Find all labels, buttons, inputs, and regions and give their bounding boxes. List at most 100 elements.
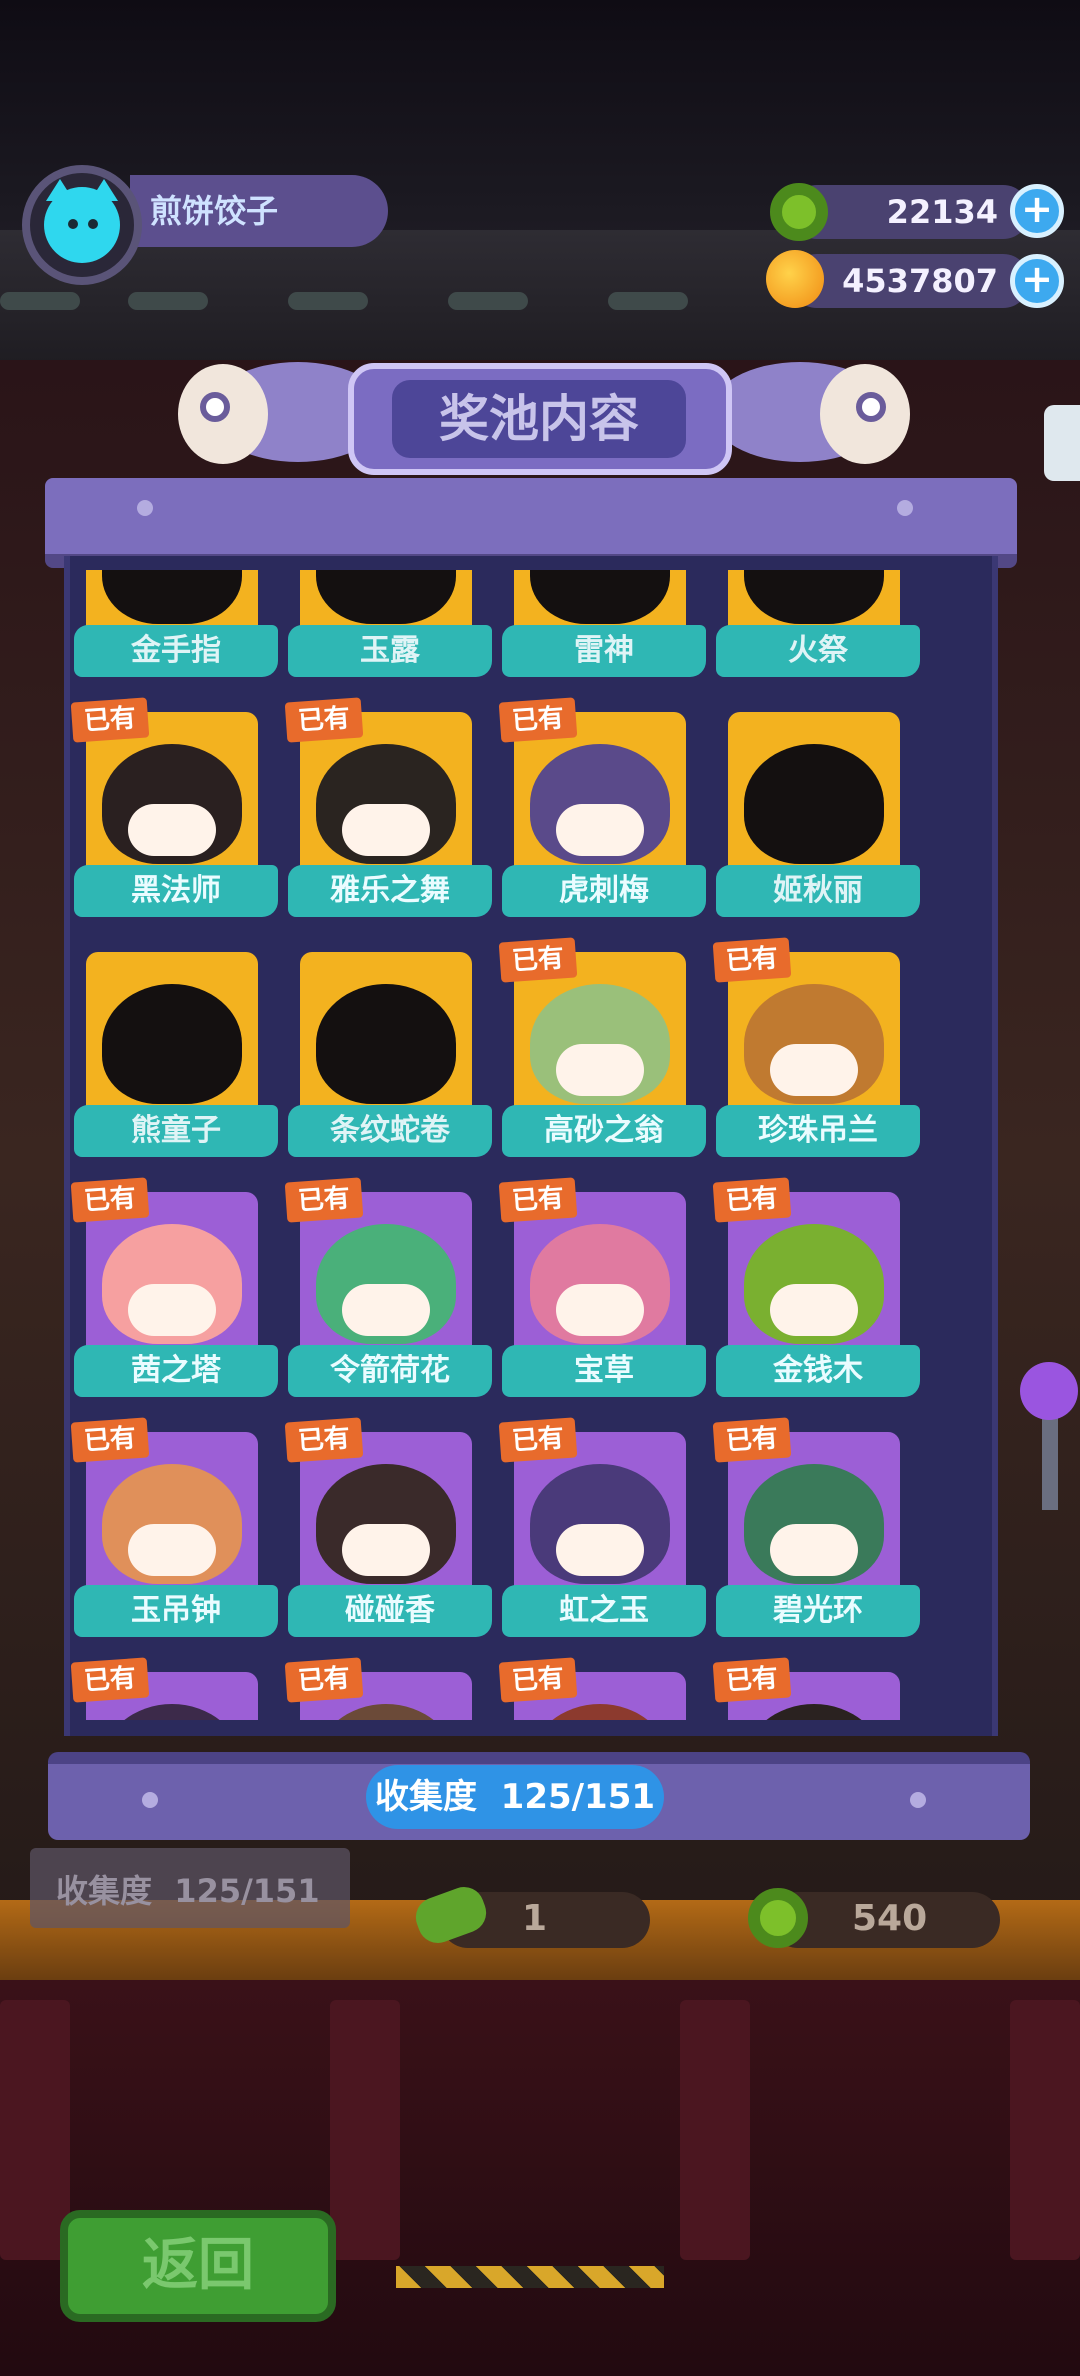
donut-currency-icon	[770, 183, 828, 241]
prize-card[interactable]: 玉露	[284, 570, 494, 690]
prize-name: 金钱木	[716, 1345, 920, 1397]
character-face	[770, 1524, 858, 1576]
prize-card[interactable]: 已有	[70, 1657, 280, 1720]
side-clip-icon[interactable]	[1044, 405, 1080, 481]
pillar	[330, 2000, 400, 2260]
character-face	[342, 1524, 430, 1576]
owned-badge: 已有	[498, 1657, 578, 1703]
prize-name: 玉吊钟	[74, 1585, 278, 1637]
belt-dash	[128, 292, 208, 310]
character-face	[342, 1284, 430, 1336]
owned-badge: 已有	[712, 1177, 792, 1223]
character-icon	[744, 744, 884, 864]
prize-card[interactable]: 碰碰香 已有	[284, 1417, 494, 1650]
prize-card[interactable]: 雷神	[498, 570, 708, 690]
character-face	[770, 1044, 858, 1096]
prize-card[interactable]: 茜之塔 已有	[70, 1177, 280, 1410]
bulk-draw-price: 540	[852, 1898, 928, 1939]
prize-card[interactable]: 虎刺梅 已有	[498, 697, 708, 930]
prize-name: 碧光环	[716, 1585, 920, 1637]
panel-title: 奖池内容	[439, 390, 639, 448]
collection-value: 125/151	[500, 1777, 656, 1817]
prize-card[interactable]: 虹之玉 已有	[498, 1417, 708, 1650]
prize-name: 茜之塔	[74, 1345, 278, 1397]
prize-card[interactable]: 金钱木 已有	[712, 1177, 922, 1410]
character-face	[556, 1044, 644, 1096]
player-name: 煎饼饺子	[150, 192, 279, 230]
owned-badge: 已有	[498, 1177, 578, 1223]
prize-card[interactable]: 条纹蛇卷	[284, 940, 494, 1170]
hazard-stripe	[396, 2266, 664, 2288]
character-face	[556, 1524, 644, 1576]
prize-name: 雷神	[502, 625, 706, 677]
owned-badge: 已有	[498, 697, 578, 743]
prize-card[interactable]: 雅乐之舞 已有	[284, 697, 494, 930]
owned-badge: 已有	[284, 1417, 364, 1463]
belt-dash	[608, 292, 688, 310]
donut-currency-icon	[748, 1888, 808, 1948]
prize-name: 姬秋丽	[716, 865, 920, 917]
prize-card[interactable]: 令箭荷花 已有	[284, 1177, 494, 1410]
back-button-label: 返回	[142, 2233, 254, 2298]
prize-name: 宝草	[502, 1345, 706, 1397]
prize-name: 熊童子	[74, 1105, 278, 1157]
prize-card[interactable]: 火祭	[712, 570, 922, 690]
owned-badge: 已有	[498, 1417, 578, 1463]
owned-badge: 已有	[284, 697, 364, 743]
bg-collection-text: 收集度 125/151	[56, 1872, 320, 1910]
prize-name: 碰碰香	[288, 1585, 492, 1637]
cat-avatar-icon	[44, 179, 120, 263]
owned-badge: 已有	[498, 937, 578, 983]
owned-badge: 已有	[70, 1417, 150, 1463]
owned-badge: 已有	[284, 1177, 364, 1223]
pillar	[680, 2000, 750, 2260]
prize-name: 金手指	[74, 625, 278, 677]
prize-name: 条纹蛇卷	[288, 1105, 492, 1157]
prize-name: 玉露	[288, 625, 492, 677]
belt-dash	[0, 292, 80, 310]
prize-grid[interactable]: 金手指 玉露 雷神 火祭 黑法师 已有 雅乐之舞 已有 虎刺梅 已有 姬秋丽 熊童子 条纹蛇卷 高砂之翁已…	[70, 570, 992, 1720]
owned-badge: 已有	[712, 937, 792, 983]
character-face	[128, 804, 216, 856]
prize-card[interactable]: 金手指	[70, 570, 280, 690]
prize-card[interactable]: 姬秋丽	[712, 700, 922, 930]
green-currency-value: 22134	[886, 193, 998, 231]
character-face	[128, 1524, 216, 1576]
prize-card[interactable]: 高砂之翁 已有	[498, 937, 708, 1170]
owned-badge: 已有	[712, 1417, 792, 1463]
prize-card[interactable]: 玉吊钟 已有	[70, 1417, 280, 1650]
character-face	[556, 804, 644, 856]
orange-currency-value: 4537807	[842, 262, 998, 300]
prize-card[interactable]: 熊童子	[70, 940, 280, 1170]
right-fish-decoration	[710, 352, 920, 472]
prize-card[interactable]: 已有	[712, 1657, 922, 1720]
owned-badge: 已有	[70, 1177, 150, 1223]
prize-card[interactable]: 黑法师 已有	[70, 697, 280, 930]
belt-dash	[288, 292, 368, 310]
owned-badge: 已有	[70, 697, 150, 743]
prize-name: 高砂之翁	[502, 1105, 706, 1157]
gacha-lever[interactable]	[1020, 1362, 1078, 1420]
character-face	[556, 1284, 644, 1336]
prize-name: 虎刺梅	[502, 865, 706, 917]
player-avatar[interactable]	[22, 165, 142, 285]
add-orange-currency-button[interactable]: +	[1010, 254, 1064, 308]
prize-card[interactable]: 碧光环 已有	[712, 1417, 922, 1650]
prize-name: 火祭	[716, 625, 920, 677]
owned-badge: 已有	[284, 1657, 364, 1703]
collection-progress-text: 收集度 125/151	[366, 1765, 664, 1829]
prize-card[interactable]: 宝草 已有	[498, 1177, 708, 1410]
owned-badge: 已有	[70, 1657, 150, 1703]
add-green-currency-button[interactable]: +	[1010, 184, 1064, 238]
character-face	[770, 1284, 858, 1336]
lever-stick	[1042, 1410, 1058, 1510]
prize-name: 令箭荷花	[288, 1345, 492, 1397]
planet-currency-icon	[766, 250, 824, 308]
prize-card[interactable]: 已有	[284, 1657, 494, 1720]
left-fish-decoration	[168, 352, 388, 472]
prize-name: 珍珠吊兰	[716, 1105, 920, 1157]
collection-label: 收集度	[374, 1777, 477, 1817]
prize-card[interactable]: 已有	[498, 1657, 708, 1720]
belt-dash	[448, 292, 528, 310]
prize-card[interactable]: 珍珠吊兰 已有	[712, 937, 922, 1170]
